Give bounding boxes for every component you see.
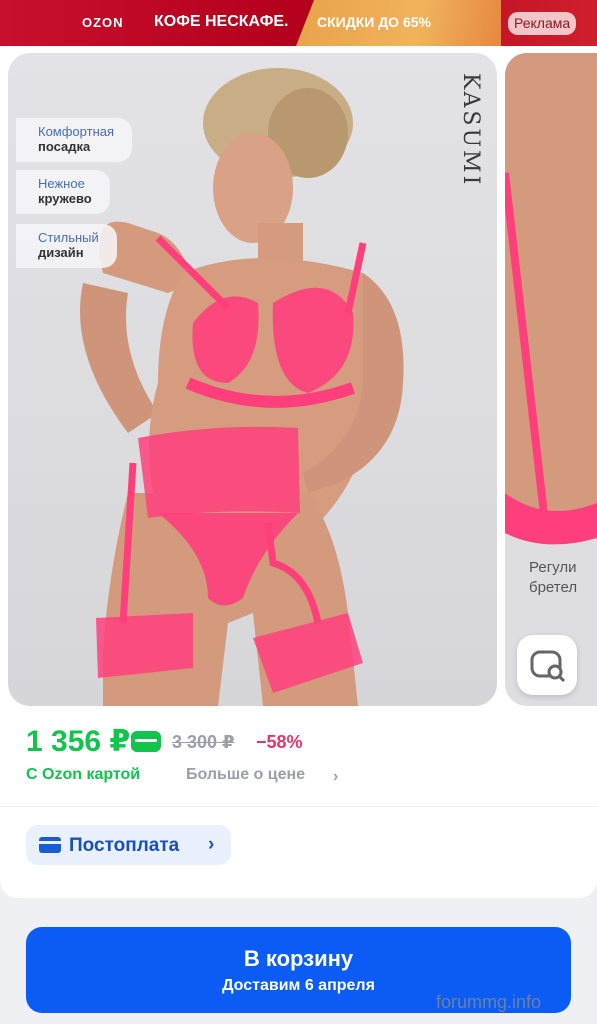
old-price: 3 300 ₽ (172, 732, 235, 752)
feature-badge-lace: Нежное кружево (16, 170, 110, 214)
feature-title: Комфортная (38, 124, 115, 139)
discount-badge: −58% (256, 732, 303, 752)
cart-button-label: В корзину (243, 946, 354, 971)
banner-product-text: КОФЕ НЕСКАФЕ. (154, 13, 289, 30)
banner-promo: СКИДКИ ДО 65% (296, 0, 501, 46)
ozon-card-note: С Ozon картой (26, 766, 141, 783)
banner-promo-text: СКИДКИ ДО 65% (317, 14, 431, 30)
wallet-icon (131, 731, 161, 752)
feature-subtitle: дизайн (38, 245, 84, 260)
divider (0, 806, 597, 807)
watermark: forummg.info (436, 992, 542, 1012)
ad-banner[interactable]: OZON КОФЕ НЕСКАФЕ. СКИДКИ ДО 65% Реклама (0, 0, 597, 46)
product-image-next[interactable]: Регули бретел (505, 53, 597, 706)
card-icon (39, 837, 61, 853)
feature-badge-design: Стильный дизайн (16, 224, 117, 268)
feature-badge-comfort: Комфортная посадка (16, 118, 133, 162)
postpay-label: Постоплата (69, 835, 180, 856)
next-image-caption-line1: Регули (529, 559, 577, 576)
feature-title: Стильный (38, 230, 99, 245)
chevron-right-icon: › (208, 834, 215, 855)
brand-logo: KASUMI (458, 73, 483, 188)
feature-title: Нежное (38, 176, 85, 191)
more-about-price-link[interactable]: Больше о цене (186, 766, 305, 784)
chevron-right-icon[interactable]: › (333, 768, 338, 786)
camera-search-icon[interactable] (517, 635, 577, 695)
current-price: 1 356 ₽ (26, 725, 131, 758)
feature-subtitle: кружево (38, 191, 92, 206)
feature-subtitle: посадка (38, 139, 91, 154)
next-image-caption: Регули бретел (529, 558, 577, 598)
product-image-main[interactable]: KASUMI Комфортная посадка Нежное кружево… (8, 53, 497, 706)
next-image-caption-line2: бретел (529, 579, 578, 596)
postpay-button[interactable]: Постоплата › (26, 825, 231, 865)
next-image-illustration (505, 53, 597, 545)
banner-ozon-logo: OZON (82, 15, 124, 30)
ad-label-badge[interactable]: Реклама (508, 12, 577, 35)
